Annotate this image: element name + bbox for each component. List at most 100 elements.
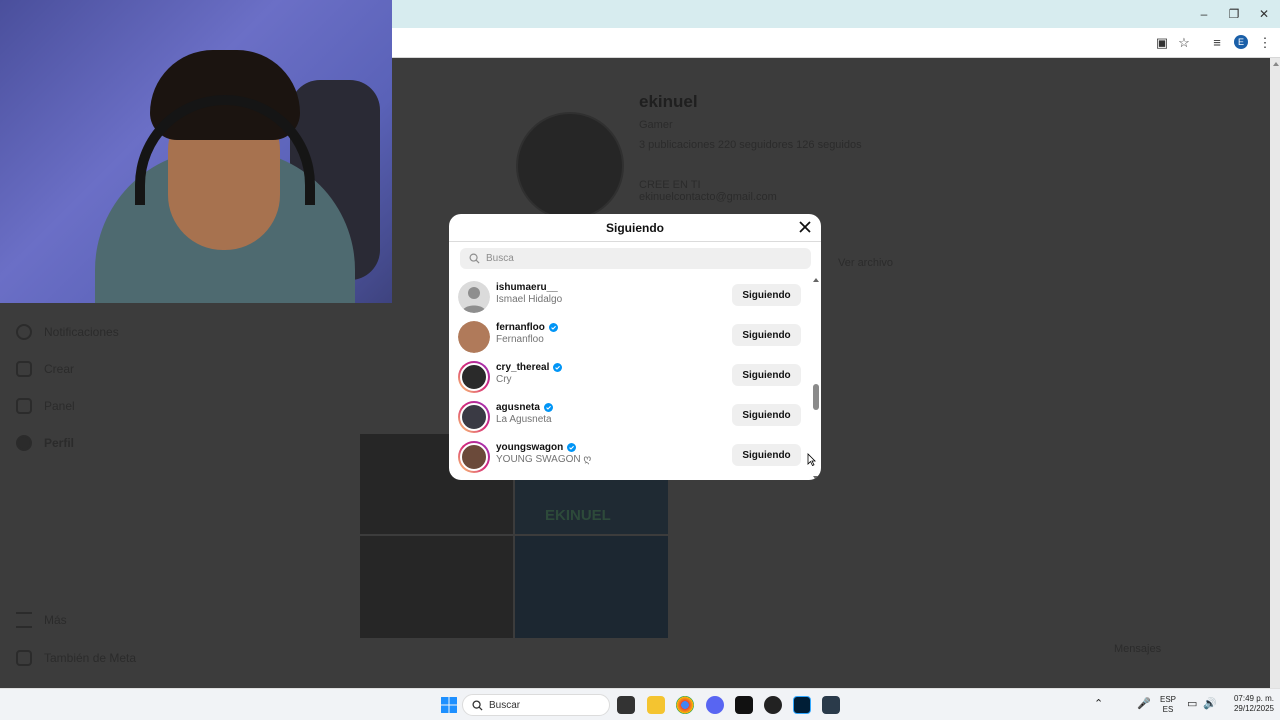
chrome-icon[interactable] [676, 696, 694, 714]
profile-bio: CREE EN TI [639, 179, 701, 191]
profile-username: ekinuel [639, 92, 698, 111]
verified-badge-icon [543, 403, 553, 412]
photoshop-icon[interactable] [793, 696, 811, 714]
list-item: cry_thereal Cry Siguiendo [449, 358, 809, 398]
menu-icon [16, 612, 32, 628]
browser-profile-avatar[interactable]: E [1234, 35, 1248, 49]
fullname: Cry [496, 374, 512, 385]
sidebar-item-panel[interactable]: Panel [16, 398, 75, 414]
following-button[interactable]: Siguiendo [732, 324, 801, 346]
reading-list-icon[interactable]: ≡ [1208, 34, 1226, 52]
scroll-thumb[interactable] [813, 384, 819, 410]
following-button[interactable]: Siguiendo [732, 404, 801, 426]
search-input[interactable] [486, 253, 796, 264]
following-button[interactable]: Siguiendo [732, 444, 801, 466]
sidebar-item-more[interactable]: Más [16, 612, 67, 628]
minimize-icon[interactable]: – [1196, 6, 1212, 22]
following-button[interactable]: Siguiendo [732, 364, 801, 386]
taskbar-search[interactable]: Buscar [462, 694, 610, 716]
post-thumbnail[interactable] [515, 536, 668, 638]
list-item: agusneta La Agusneta Siguiendo [449, 398, 809, 438]
windows-start-icon[interactable] [440, 696, 458, 714]
default-avatar-icon [462, 287, 486, 313]
sidebar-item-label: Panel [44, 399, 75, 413]
volume-icon[interactable]: 🔊 [1203, 697, 1217, 710]
modal-title: Siguiendo [606, 221, 664, 235]
username[interactable]: cry_thereal [496, 362, 563, 373]
fullname: La Agusneta [496, 414, 552, 425]
sidebar-item-label: También de Meta [44, 651, 137, 665]
post-caption-text: EKINUEL [545, 507, 611, 524]
search-icon [469, 253, 480, 264]
microphone-icon[interactable]: 🎤 [1137, 697, 1151, 710]
sidebar-item-notifications[interactable]: Notificaciones [16, 324, 119, 340]
obs-icon[interactable] [764, 696, 782, 714]
avatar[interactable] [458, 401, 490, 433]
username[interactable]: fernanfloo [496, 322, 558, 333]
profile-category: Gamer [639, 119, 673, 131]
username-text: fernanfloo [496, 322, 545, 333]
sidebar-item-label: Más [44, 613, 67, 627]
davinci-resolve-icon[interactable] [822, 696, 840, 714]
avatar[interactable] [458, 321, 490, 353]
language-indicator[interactable]: ESP ES [1158, 695, 1178, 715]
page-scrollbar[interactable] [1270, 58, 1280, 688]
username[interactable]: agusneta [496, 402, 553, 413]
following-modal: Siguiendo ishumaeru__ Ismael Hidalgo [449, 214, 821, 480]
username[interactable]: youngswagon [496, 442, 577, 453]
fullname: Ismael Hidalgo [496, 294, 563, 305]
scroll-down-arrow-icon[interactable] [813, 476, 819, 480]
mouse-cursor-icon [807, 453, 816, 466]
list-item: fernanfloo Fernanfloo Siguiendo [449, 318, 809, 358]
avatar[interactable] [458, 281, 490, 313]
verified-badge-icon [553, 363, 563, 372]
profile-email: ekinuelcontacto@gmail.com [639, 191, 777, 203]
fullname: YOUNG SWAGON ღ [496, 454, 592, 465]
modal-scrollbar[interactable] [812, 276, 820, 480]
discord-icon[interactable] [706, 696, 724, 714]
post-thumbnail[interactable] [360, 536, 513, 638]
install-app-icon[interactable]: ▣ [1153, 34, 1171, 52]
fullname: Fernanfloo [496, 334, 544, 345]
dashboard-icon [16, 398, 32, 414]
browser-menu-icon[interactable]: ⋮ [1256, 34, 1274, 52]
archive-link[interactable]: Ver archivo [838, 257, 893, 269]
sidebar-item-meta[interactable]: También de Meta [16, 650, 136, 666]
chevron-up-icon[interactable]: ⌃ [1094, 697, 1103, 710]
scroll-up-arrow-icon[interactable] [813, 278, 819, 282]
close-icon[interactable] [797, 219, 813, 235]
bookmark-star-icon[interactable]: ☆ [1175, 34, 1193, 52]
verified-badge-icon [567, 443, 577, 452]
list-item: youngswagon YOUNG SWAGON ღ Siguiendo [449, 438, 809, 478]
restore-icon[interactable]: ❐ [1226, 6, 1242, 22]
windows-taskbar: Buscar ⌃ 🎤 ESP ES ▭ 🔊 07:49 p. m. 29/12/… [0, 688, 1280, 720]
file-explorer-icon[interactable] [647, 696, 665, 714]
language-bottom: ES [1162, 705, 1174, 714]
messages-button[interactable]: Mensajes [1094, 643, 1161, 655]
sidebar-item-label: Crear [44, 362, 75, 376]
sidebar-item-label: Notificaciones [44, 325, 119, 339]
network-icon[interactable]: ▭ [1187, 697, 1197, 710]
profile-avatar [516, 112, 624, 220]
capcut-icon[interactable] [735, 696, 753, 714]
webcam-overlay [0, 0, 392, 303]
profile-stats: 3 publicaciones 220 seguidores 126 segui… [639, 139, 862, 151]
list-item: ishumaeru__ Ismael Hidalgo Siguiendo [449, 278, 809, 318]
task-view-icon[interactable] [617, 696, 635, 714]
username-text: cry_thereal [496, 362, 550, 373]
avatar[interactable] [458, 441, 490, 473]
following-button[interactable]: Siguiendo [732, 284, 801, 306]
clock[interactable]: 07:49 p. m. 29/12/2025 [1222, 694, 1274, 714]
modal-header: Siguiendo [449, 214, 821, 242]
search-box[interactable] [460, 248, 811, 269]
language-top: ESP [1159, 695, 1176, 704]
sidebar-item-profile[interactable]: Perfil [16, 435, 74, 451]
heart-icon [16, 324, 32, 340]
avatar[interactable] [458, 361, 490, 393]
username[interactable]: ishumaeru__ [496, 282, 558, 293]
username-text: agusneta [496, 402, 540, 413]
close-window-icon[interactable]: ✕ [1256, 6, 1272, 22]
taskbar-search-label: Buscar [489, 699, 521, 711]
sidebar-item-label: Perfil [44, 436, 75, 450]
sidebar-item-create[interactable]: Crear [16, 361, 74, 377]
